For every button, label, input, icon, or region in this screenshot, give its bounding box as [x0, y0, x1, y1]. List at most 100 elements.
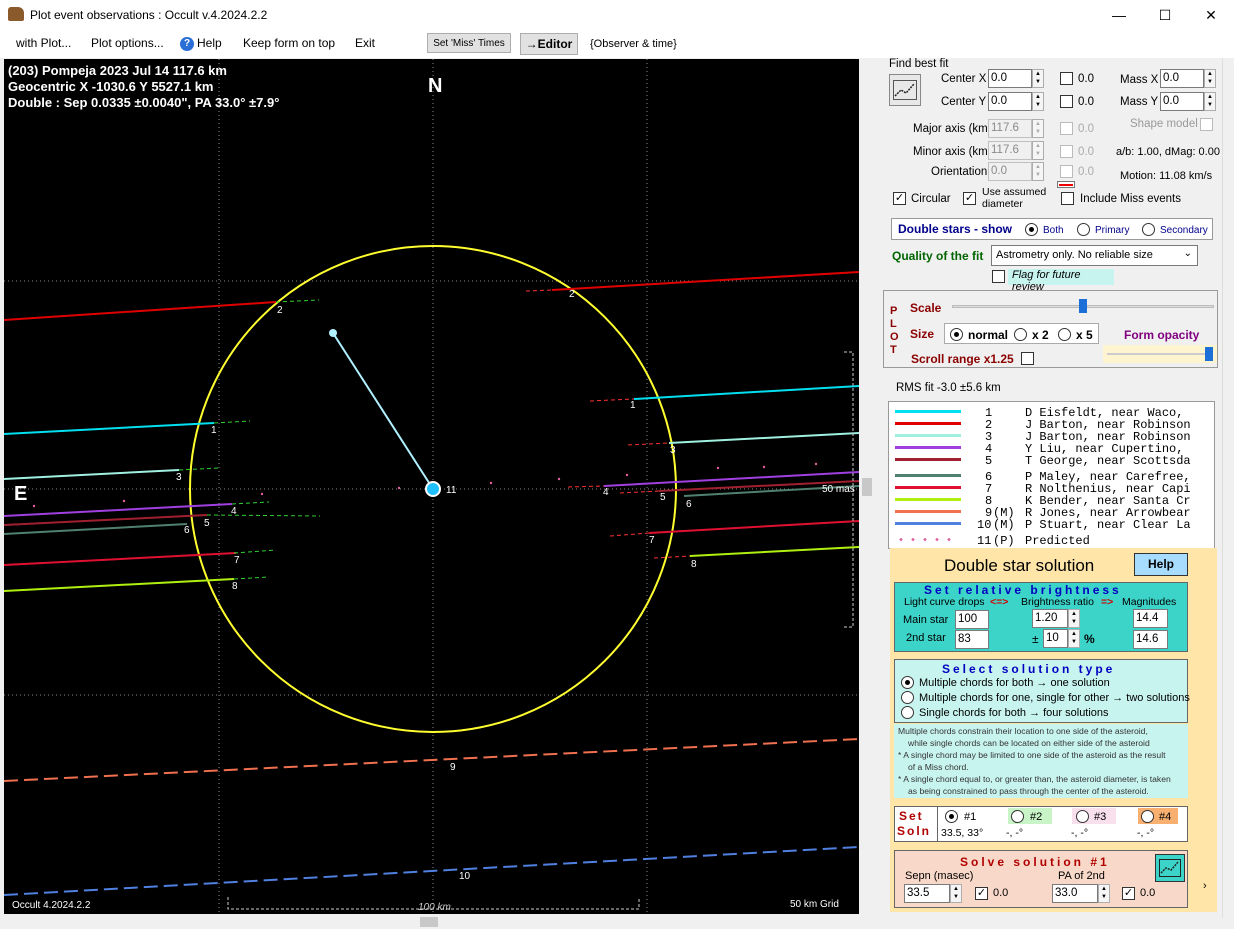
sepn-checkbox[interactable]: ✓	[975, 887, 988, 900]
soln-4-radio[interactable]	[1141, 810, 1154, 823]
legend-row[interactable]: 8K Bender, near Santa Cr	[889, 494, 1214, 508]
chevron-right-icon[interactable]: ›	[1203, 880, 1207, 892]
major-axis-spinner[interactable]: ▲ ▼	[1032, 119, 1044, 138]
soln-3-radio[interactable]	[1076, 810, 1089, 823]
quality-dropdown[interactable]: Astrometry only. No reliable size ⌄	[991, 245, 1198, 266]
legend-row[interactable]: 11 (P) Predicted	[889, 534, 1214, 548]
plot-vertical-scrollbar[interactable]	[860, 58, 874, 916]
legend-name: Predicted	[1025, 534, 1090, 548]
soln-2-radio[interactable]	[1011, 810, 1024, 823]
right-panel-scrollbar[interactable]	[1222, 58, 1234, 918]
center-x-checkbox[interactable]	[1060, 72, 1073, 85]
menu-with-plot[interactable]: with Plot...	[16, 36, 71, 50]
shape-model-checkbox[interactable]	[1200, 118, 1213, 131]
mass-x-spinner[interactable]: ▲ ▼	[1204, 69, 1216, 88]
legend-row[interactable]: 5 T George, near Scottsda	[889, 454, 1214, 470]
mass-x-input[interactable]: 0.0	[1160, 69, 1204, 88]
use-assumed-checkbox[interactable]: ✓	[963, 192, 976, 205]
major-axis-checkbox[interactable]	[1060, 122, 1073, 135]
pa-checkbox[interactable]: ✓	[1122, 887, 1135, 900]
menu-help[interactable]: Help	[197, 36, 222, 50]
solution-type-radio-3[interactable]	[901, 706, 914, 719]
scale-slider-thumb[interactable]	[1079, 299, 1087, 313]
show-both-radio[interactable]	[1025, 223, 1038, 236]
minor-axis-input[interactable]: 117.6	[988, 141, 1032, 160]
circular-checkbox[interactable]: ✓	[893, 192, 906, 205]
brightness-ratio-spinner[interactable]: ▲ ▼	[1068, 609, 1080, 628]
size-x2-radio[interactable]	[1014, 328, 1027, 341]
plot-horizontal-scrollbar[interactable]	[0, 914, 874, 929]
double-help-button[interactable]: Help	[1134, 553, 1188, 576]
color-swatch[interactable]	[1057, 181, 1075, 188]
plot-vscroll-thumb[interactable]	[862, 478, 872, 496]
center-x-spinner[interactable]: ▲ ▼	[1032, 69, 1044, 88]
menu-keep-on-top[interactable]: Keep form on top	[243, 36, 335, 50]
solve-button[interactable]	[1155, 854, 1185, 882]
chevron-down-icon: ⌄	[1183, 248, 1192, 259]
minor-axis-spinner[interactable]: ▲ ▼	[1032, 141, 1044, 160]
pct-spinner[interactable]: ▲ ▼	[1068, 629, 1080, 648]
scroll-range-checkbox[interactable]	[1021, 352, 1034, 365]
sepn-spinner[interactable]: ▲ ▼	[950, 884, 962, 903]
major-axis-input[interactable]: 117.6	[988, 119, 1032, 138]
observer-time[interactable]: {Observer & time}	[590, 38, 677, 50]
orientation-checkbox[interactable]	[1060, 165, 1073, 178]
show-secondary-radio[interactable]	[1142, 223, 1155, 236]
find-best-fit-button[interactable]	[889, 74, 921, 106]
solution-type-radio-2[interactable]	[901, 691, 914, 704]
scale-slider[interactable]	[952, 298, 1214, 314]
center-y-label: Center Y	[941, 96, 987, 108]
brightness-ratio-input[interactable]: 1.20	[1032, 609, 1068, 628]
opacity-slider[interactable]	[1103, 345, 1217, 363]
opacity-slider-track	[1107, 353, 1213, 355]
orientation-cb-value: 0.0	[1078, 166, 1094, 178]
legend-row[interactable]: 9 (M) R Jones, near Arrowbear	[889, 506, 1214, 520]
soln-1-radio[interactable]	[945, 810, 958, 823]
legend-row[interactable]: 3J Barton, near Robinson	[889, 430, 1214, 444]
set-miss-times-button[interactable]: Set 'Miss' Times	[427, 33, 511, 53]
size-normal-label: normal	[968, 328, 1009, 342]
legend-row[interactable]: 4Y Liu, near Cupertino,	[889, 442, 1214, 456]
center-y-spinner[interactable]: ▲ ▼	[1032, 92, 1044, 111]
major-axis-label: Major axis (km)	[913, 123, 992, 135]
legend-row[interactable]: 1D Eisfeldt, near Waco,	[889, 406, 1214, 420]
legend-panel[interactable]: 1D Eisfeldt, near Waco, 2 J Barton, near R…	[888, 401, 1215, 549]
legend-row[interactable]: 7R Nolthenius, near Capi	[889, 482, 1214, 496]
main-star-input[interactable]: 100	[955, 610, 989, 629]
sepn-input[interactable]: 33.5	[904, 884, 950, 903]
note-line-6: as being constrained to pass through the…	[908, 786, 1149, 796]
include-miss-checkbox[interactable]	[1061, 192, 1074, 205]
orientation-spinner[interactable]: ▲ ▼	[1032, 162, 1044, 181]
center-y-checkbox[interactable]	[1060, 95, 1073, 108]
solution-type-radio-1[interactable]	[901, 676, 914, 689]
mass-y-spinner[interactable]: ▲ ▼	[1204, 92, 1216, 111]
menu-plot-options[interactable]: Plot options...	[91, 36, 164, 50]
mass-y-input[interactable]: 0.0	[1160, 92, 1204, 111]
minor-axis-checkbox[interactable]	[1060, 145, 1073, 158]
orientation-input[interactable]: 0.0	[988, 162, 1032, 181]
size-normal-radio[interactable]	[950, 328, 963, 341]
size-x5-radio[interactable]	[1058, 328, 1071, 341]
legend-row[interactable]: 6P Maley, near Carefree,	[889, 470, 1214, 484]
show-primary-radio[interactable]	[1077, 223, 1090, 236]
legend-row[interactable]: 2J Barton, near Robinson	[889, 418, 1214, 432]
minimize-button[interactable]: —	[1096, 0, 1142, 30]
close-button[interactable]: ✕	[1188, 0, 1234, 30]
flag-review-checkbox[interactable]	[992, 270, 1005, 283]
pa-input[interactable]: 33.0	[1052, 884, 1098, 903]
legend-row[interactable]: 10 (M) P Stuart, near Clear La	[889, 518, 1214, 534]
plot-box-letter-o: O	[890, 331, 899, 343]
set-label: Set	[899, 809, 924, 823]
maximize-button[interactable]: ☐	[1142, 0, 1188, 30]
center-y-input[interactable]: 0.0	[988, 92, 1032, 111]
opacity-slider-thumb[interactable]	[1205, 347, 1213, 361]
center-x-input[interactable]: 0.0	[988, 69, 1032, 88]
pct-input[interactable]: 10	[1043, 629, 1068, 648]
editor-button[interactable]: →Editor	[520, 33, 578, 55]
chord-label-1a: 1	[211, 425, 217, 436]
second-star-input[interactable]: 83	[955, 630, 989, 649]
plot-canvas[interactable]: (203) Pompeja 2023 Jul 14 117.6 km Geoce…	[4, 59, 859, 914]
plot-hscroll-thumb[interactable]	[420, 917, 438, 927]
pa-spinner[interactable]: ▲ ▼	[1098, 884, 1110, 903]
menu-exit[interactable]: Exit	[355, 36, 375, 50]
